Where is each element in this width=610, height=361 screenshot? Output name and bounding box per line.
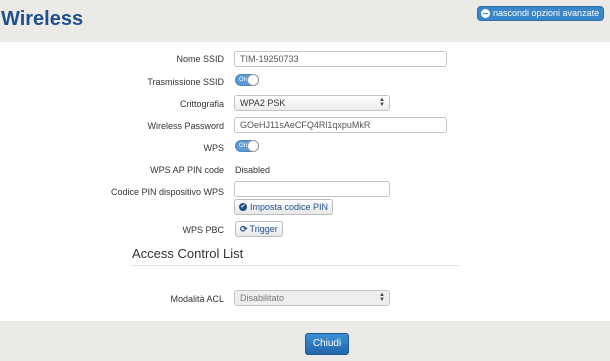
set-pin-button-label: Imposta codice PIN [250,202,329,212]
check-circle-icon: ✔ [239,203,247,211]
select-arrows-icon: ▲ ▼ [379,292,385,303]
ssid-input[interactable]: TIM-19250733 [234,51,447,67]
wps-device-pin-input[interactable] [234,181,390,197]
minus-circle-icon [481,9,490,18]
acl-mode-select[interactable]: Disabilitato ▲ ▼ [234,290,390,306]
set-pin-button[interactable]: ✔ Imposta codice PIN [234,199,334,215]
toggle-knob [247,140,259,152]
acl-section-title: Access Control List [132,246,244,261]
section-divider [131,265,460,266]
select-arrows-icon: ▲ ▼ [379,97,385,108]
page-title: Wireless [1,8,84,30]
hide-advanced-options-label: nascondi opzioni avanzate [493,8,600,18]
refresh-icon: ⟳ [240,224,248,234]
wps-device-pin-label: Codice PIN dispositivo WPS [110,187,224,197]
wps-ap-pin-label: WPS AP PIN code [150,165,224,175]
broadcast-toggle-state: On [239,77,248,83]
acl-mode-value: Disabilitato [240,293,285,303]
close-button[interactable]: Chiudi [305,333,349,355]
wps-toggle-state: On [239,143,248,149]
encryption-select[interactable]: WPA2 PSK ▲ ▼ [234,95,390,111]
wps-toggle[interactable]: On [235,140,259,152]
wireless-password-label: Wireless Password [147,121,224,131]
encryption-value: WPA2 PSK [240,98,286,108]
broadcast-ssid-label: Trasmissione SSID [147,77,224,87]
trigger-button-label: Trigger [249,224,278,234]
toggle-knob [247,74,259,86]
wireless-password-input[interactable]: GOeHJ11sAeCFQ4Rl1qxpuMkR [234,117,447,133]
ssid-label: Nome SSID [176,54,224,64]
wps-label: WPS [203,143,224,153]
encryption-label: Crittografia [179,99,224,109]
broadcast-ssid-toggle[interactable]: On [235,74,259,86]
trigger-button[interactable]: ⟳ Trigger [235,221,283,237]
acl-mode-label: Modalità ACL [170,294,224,304]
hide-advanced-options-button[interactable]: nascondi opzioni avanzate [477,6,605,21]
wps-ap-pin-value: Disabled [235,165,271,175]
wps-pbc-label: WPS PBC [182,225,224,235]
